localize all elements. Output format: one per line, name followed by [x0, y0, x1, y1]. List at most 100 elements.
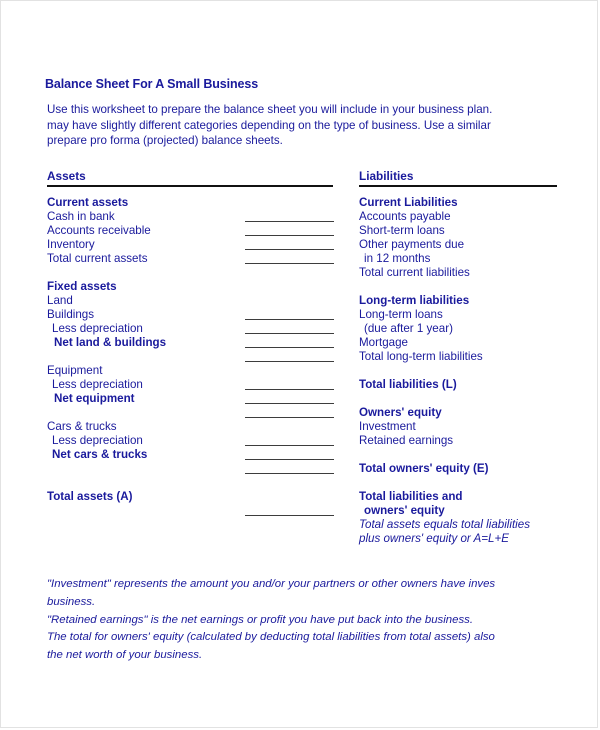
worksheet-row-label: Total assets equals total liabilities	[359, 518, 530, 531]
worksheet-row: Net cars & trucks	[47, 448, 377, 462]
worksheet-row: Short-term loans	[359, 224, 569, 238]
worksheet-row: Net land & buildings	[47, 336, 377, 350]
worksheet-row: Cash in bank	[47, 210, 377, 224]
worksheet-row-label: Owners' equity	[359, 406, 442, 419]
worksheet-row-label: Net cars & trucks	[52, 448, 148, 461]
worksheet-row: Retained earnings	[359, 434, 569, 448]
fill-in-blank-line[interactable]	[245, 221, 334, 222]
worksheet-row-label: Total liabilities and	[359, 490, 463, 503]
worksheet-row: Inventory	[47, 238, 377, 252]
worksheet-row: Net equipment	[47, 392, 377, 406]
worksheet-row-label: Retained earnings	[359, 434, 454, 447]
worksheet-row: Other payments due	[359, 238, 569, 252]
worksheet-row: Total assets equals total liabilities	[359, 518, 569, 532]
liabilities-heading-rule	[359, 185, 557, 187]
worksheet-row-label: Cash in bank	[47, 210, 115, 223]
worksheet-row: Investment	[359, 420, 569, 434]
worksheet-spacer-row	[47, 462, 377, 476]
assets-heading: Assets	[47, 169, 86, 183]
worksheet-row: Current Liabilities	[359, 196, 569, 210]
fill-in-blank-line[interactable]	[245, 417, 334, 418]
worksheet-row: Less depreciation	[47, 378, 377, 392]
fill-in-blank-line[interactable]	[245, 361, 334, 362]
worksheet-row-label: Short-term loans	[359, 224, 445, 237]
worksheet-spacer-row	[47, 350, 377, 364]
worksheet-row: Land	[47, 294, 377, 308]
worksheet-row: Total current liabilities	[359, 266, 569, 280]
fill-in-blank-line[interactable]	[245, 389, 334, 390]
worksheet-row: Total liabilities and	[359, 490, 569, 504]
page-title: Balance Sheet For A Small Business	[45, 77, 259, 91]
fill-in-blank-line[interactable]	[245, 473, 334, 474]
fill-in-blank-line[interactable]	[245, 445, 334, 446]
worksheet-row: Accounts receivable	[47, 224, 377, 238]
worksheet-row: Accounts payable	[359, 210, 569, 224]
worksheet-row-label: plus owners' equity or A=L+E	[359, 532, 510, 545]
worksheet-spacer-row	[359, 280, 569, 294]
assets-heading-rule	[47, 185, 333, 187]
fill-in-blank-line[interactable]	[245, 459, 334, 460]
intro-paragraph: Use this worksheet to prepare the balanc…	[47, 102, 569, 149]
worksheet-row: Total long-term liabilities	[359, 350, 569, 364]
worksheet-row-label: Total assets (A)	[47, 490, 133, 503]
worksheet-row-label: Mortgage	[359, 336, 408, 349]
liabilities-row-list: Current Liabilities Accounts payable Short…	[359, 196, 569, 546]
text-line: business.	[47, 595, 96, 608]
footnotes: "Investment" represents the amount you a…	[47, 576, 569, 665]
worksheet-spacer-row	[47, 504, 377, 518]
worksheet-row: Cars & trucks	[47, 420, 377, 434]
worksheet-row-label: Net equipment	[54, 392, 135, 405]
worksheet-row-label: Long-term loans	[359, 308, 443, 321]
worksheet-row-label: Investment	[359, 420, 416, 433]
fill-in-blank-line[interactable]	[245, 249, 334, 250]
worksheet-row: (due after 1 year)	[359, 322, 569, 336]
worksheet-row-label: in 12 months	[364, 252, 431, 265]
document-page: Balance Sheet For A Small Business Use t…	[0, 0, 598, 728]
liabilities-column: Liabilities Current Liabilities Accounts …	[359, 169, 569, 546]
worksheet-row-label: Net land & buildings	[54, 336, 167, 349]
fill-in-blank-line[interactable]	[245, 333, 334, 334]
worksheet-row-label: Less depreciation	[52, 322, 143, 335]
worksheet-row: owners' equity	[359, 504, 569, 518]
worksheet-row-label: Current assets	[47, 196, 129, 209]
worksheet-spacer-row	[359, 476, 569, 490]
worksheet-row: Equipment	[47, 364, 377, 378]
worksheet-row-label: Total current liabilities	[359, 266, 470, 279]
worksheet-row: plus owners' equity or A=L+E	[359, 532, 569, 546]
text-line: prepare pro forma (projected) balance sh…	[47, 134, 283, 147]
worksheet-row-label: Long-term liabilities	[359, 294, 470, 307]
assets-column: Assets Current assets Cash in bank Account…	[47, 169, 377, 518]
worksheet-row: Current assets	[47, 196, 377, 210]
text-line: Use this worksheet to prepare the balanc…	[47, 103, 493, 116]
fill-in-blank-line[interactable]	[245, 403, 334, 404]
worksheet-row: Total current assets	[47, 252, 377, 266]
worksheet-row-label: Cars & trucks	[47, 420, 117, 433]
assets-row-list: Current assets Cash in bank Accounts recei…	[47, 196, 377, 518]
worksheet-row-label: Other payments due	[359, 238, 465, 251]
worksheet-spacer-row	[47, 476, 377, 490]
text-line: the net worth of your business.	[47, 649, 203, 662]
fill-in-blank-line[interactable]	[245, 347, 334, 348]
worksheet-spacer-row	[359, 364, 569, 378]
worksheet-row: Total owners' equity (E)	[359, 462, 569, 476]
worksheet-row: in 12 months	[359, 252, 569, 266]
worksheet-row-label: owners' equity	[364, 504, 445, 517]
fill-in-blank-line[interactable]	[245, 235, 334, 236]
worksheet-row: Long-term loans	[359, 308, 569, 322]
worksheet-row: Fixed assets	[47, 280, 377, 294]
worksheet-row: Long-term liabilities	[359, 294, 569, 308]
text-line: "Retained earnings" is the net earnings …	[47, 613, 474, 626]
fill-in-blank-line[interactable]	[245, 515, 334, 516]
worksheet-row-label: Accounts payable	[359, 210, 451, 223]
worksheet-row-label: Inventory	[47, 238, 95, 251]
fill-in-blank-line[interactable]	[245, 263, 334, 264]
worksheet-row-label: Equipment	[47, 364, 103, 377]
liabilities-heading: Liabilities	[359, 169, 414, 183]
worksheet-row-label: Land	[47, 294, 73, 307]
page-content-area: Balance Sheet For A Small Business Use t…	[45, 1, 569, 727]
worksheet-row: Owners' equity	[359, 406, 569, 420]
worksheet-spacer-row	[359, 392, 569, 406]
fill-in-blank-line[interactable]	[245, 319, 334, 320]
worksheet-row: Total assets (A)	[47, 490, 377, 504]
worksheet-row-label: Less depreciation	[52, 434, 143, 447]
